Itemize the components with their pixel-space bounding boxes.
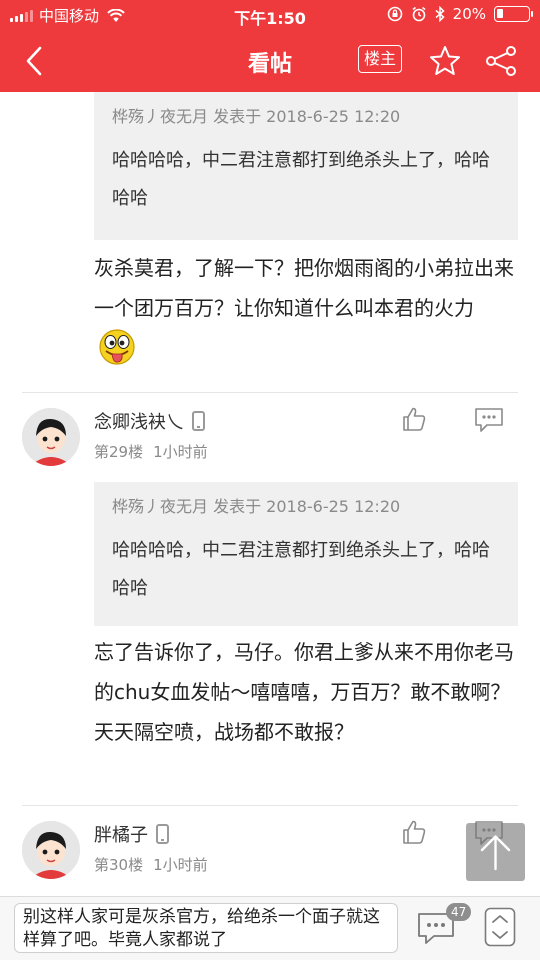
- reply-text-block: 灰杀莫君，了解一下？把你烟雨阁的小弟拉出来一个团万百万？让你知道什么叫本君的火力: [94, 248, 514, 375]
- username-row: 胖橘子: [94, 821, 169, 847]
- reply-text: 忘了告诉你了，马仔。你君上爹从来不用你老马的chu女血发帖～嘻嘻嘻，万百万？敢不…: [94, 640, 514, 744]
- post-meta: 第29楼 1小时前: [94, 441, 208, 462]
- tongue-emoji-icon: [99, 329, 135, 365]
- avatar[interactable]: [22, 821, 80, 879]
- quote-meta: 桦殇丿夜无月 发表于 2018-6-25 12:20: [112, 107, 401, 126]
- like-icon[interactable]: [401, 819, 427, 845]
- quote-block: 桦殇丿夜无月 发表于 2018-6-25 12:20 哈哈哈哈，中二君注意都打到…: [94, 92, 518, 240]
- quote-block: 桦殇丿夜无月 发表于 2018-6-25 12:20 哈哈哈哈，中二君注意都打到…: [94, 482, 518, 626]
- battery-percent: 20%: [452, 5, 486, 23]
- share-icon[interactable]: [484, 44, 518, 78]
- divider: [22, 392, 518, 393]
- scroll-to-top-button[interactable]: [466, 823, 525, 881]
- username-row: 念卿浅袂乀: [94, 408, 205, 434]
- page-jump-icon[interactable]: [484, 907, 516, 947]
- floor-number: 第29楼: [94, 443, 144, 461]
- back-icon[interactable]: [18, 44, 58, 78]
- post-time: 1小时前: [153, 443, 208, 461]
- floor-number: 第30楼: [94, 856, 144, 874]
- mobile-client-icon: [156, 824, 169, 844]
- arrow-up-icon: [480, 835, 511, 871]
- avatar[interactable]: [22, 408, 80, 466]
- battery-icon: [494, 6, 533, 22]
- rotation-lock-icon: [387, 6, 402, 22]
- post-time: 1小时前: [153, 856, 208, 874]
- quote-text: 哈哈哈哈，中二君注意都打到绝杀头上了，哈哈哈哈: [112, 150, 490, 209]
- username[interactable]: 胖橘子: [94, 821, 148, 847]
- quote-text: 哈哈哈哈，中二君注意都打到绝杀头上了，哈哈哈哈: [112, 540, 490, 599]
- nav-bar: 看帖 楼主: [0, 30, 540, 92]
- quote-meta: 桦殇丿夜无月 发表于 2018-6-25 12:20: [112, 497, 401, 516]
- comment-count-badge: 47: [446, 903, 472, 921]
- reply-comment-icon[interactable]: [473, 406, 505, 434]
- reply-input[interactable]: 别这样人家可是灰杀官方，给绝杀一个面子就这样算了吧。毕竟人家都说了: [14, 903, 398, 953]
- like-icon[interactable]: [401, 406, 427, 432]
- mobile-client-icon: [192, 411, 205, 431]
- reply-text: 灰杀莫君，了解一下？把你烟雨阁的小弟拉出来一个团万百万？让你知道什么叫本君的火力: [94, 256, 514, 320]
- divider: [22, 805, 518, 806]
- thread-content[interactable]: 桦殇丿夜无月 发表于 2018-6-25 12:20 哈哈哈哈，中二君注意都打到…: [0, 92, 540, 896]
- post-meta: 第30楼 1小时前: [94, 854, 208, 875]
- favorite-star-icon[interactable]: [428, 44, 462, 78]
- bluetooth-icon: [435, 6, 445, 22]
- wifi-icon: [107, 8, 125, 22]
- owner-only-button[interactable]: 楼主: [358, 45, 402, 73]
- signal-icon: [10, 9, 33, 22]
- bottom-bar: 别这样人家可是灰杀官方，给绝杀一个面子就这样算了吧。毕竟人家都说了 47: [0, 896, 540, 960]
- alarm-icon: [412, 6, 426, 22]
- status-bar: 中国移动 下午1:50 20%: [0, 0, 540, 30]
- username[interactable]: 念卿浅袂乀: [94, 408, 184, 434]
- carrier-label: 中国移动: [39, 7, 100, 25]
